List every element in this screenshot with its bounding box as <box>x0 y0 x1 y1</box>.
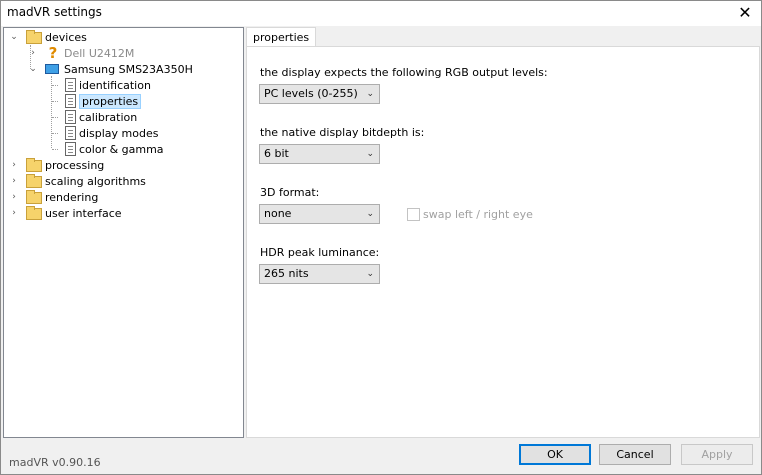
tree-item-properties[interactable]: properties <box>63 93 142 109</box>
checkbox-box[interactable] <box>407 208 420 221</box>
select-value: PC levels (0-255) <box>264 87 358 100</box>
question-icon: ? <box>48 44 58 62</box>
tree-item-samsung[interactable]: Samsung SMS23A350H <box>45 61 193 77</box>
tree-item-dell-u2412m[interactable]: ? Dell U2412M <box>45 44 135 62</box>
rgb-levels-select[interactable]: PC levels (0-255) ⌄ <box>259 84 380 104</box>
tree-item-label: rendering <box>45 190 99 204</box>
tree-item-label: color & gamma <box>79 142 164 156</box>
tree-line <box>52 133 58 134</box>
tree-item-user-interface[interactable]: user interface <box>26 205 122 221</box>
settings-tree[interactable]: ⌄ devices › ? Dell U2412M ⌄ Samsung SMS2… <box>3 27 244 438</box>
title-bar: madVR settings ✕ <box>0 0 762 26</box>
rgb-levels-label: the display expects the following RGB ou… <box>260 66 548 79</box>
tree-line <box>52 149 58 150</box>
select-value: 6 bit <box>264 147 289 160</box>
tree-item-calibration[interactable]: calibration <box>63 109 137 125</box>
version-label: madVR v0.90.16 <box>9 456 101 469</box>
ok-button[interactable]: OK <box>519 444 591 465</box>
chevron-down-icon: ⌄ <box>366 269 374 279</box>
document-icon <box>65 110 76 124</box>
collapse-icon[interactable]: ⌄ <box>9 32 19 42</box>
chevron-down-icon: ⌄ <box>366 209 374 219</box>
tree-line <box>51 76 52 148</box>
expand-icon[interactable]: › <box>28 48 38 58</box>
folder-icon <box>26 158 42 172</box>
tree-item-label: scaling algorithms <box>45 174 146 188</box>
select-value: 265 nits <box>264 267 309 280</box>
folder-icon <box>26 190 42 204</box>
expand-icon[interactable]: › <box>9 176 19 186</box>
expand-icon[interactable]: › <box>9 208 19 218</box>
collapse-icon[interactable]: ⌄ <box>28 64 38 74</box>
folder-icon <box>26 30 42 44</box>
format3d-label: 3D format: <box>260 186 320 199</box>
tree-item-scaling-algorithms[interactable]: scaling algorithms <box>26 173 146 189</box>
checkbox-label: swap left / right eye <box>423 208 533 221</box>
tab-strip: properties <box>246 27 758 47</box>
tree-item-label: devices <box>45 30 87 44</box>
expand-icon[interactable]: › <box>9 192 19 202</box>
document-icon <box>65 94 76 108</box>
tree-item-processing[interactable]: processing <box>26 157 104 173</box>
chevron-down-icon: ⌄ <box>366 149 374 159</box>
properties-panel: the display expects the following RGB ou… <box>246 46 760 438</box>
tree-item-rendering[interactable]: rendering <box>26 189 98 205</box>
tree-line <box>52 117 58 118</box>
folder-icon <box>26 206 42 220</box>
hdr-luminance-label: HDR peak luminance: <box>260 246 380 259</box>
hdr-luminance-select[interactable]: 265 nits ⌄ <box>259 264 380 284</box>
tree-item-label: calibration <box>79 110 138 124</box>
tree-item-identification[interactable]: identification <box>63 77 151 93</box>
format3d-select[interactable]: none ⌄ <box>259 204 380 224</box>
tree-item-label: display modes <box>79 126 159 140</box>
tree-item-display-modes[interactable]: display modes <box>63 125 158 141</box>
tree-item-devices[interactable]: devices <box>26 29 87 45</box>
tab-properties[interactable]: properties <box>246 27 317 47</box>
tree-item-label: identification <box>79 78 151 92</box>
document-icon <box>65 126 76 140</box>
bitdepth-select[interactable]: 6 bit ⌄ <box>259 144 380 164</box>
tree-item-label: Samsung SMS23A350H <box>64 62 193 76</box>
folder-icon <box>26 174 42 188</box>
apply-button[interactable]: Apply <box>681 444 753 465</box>
cancel-button[interactable]: Cancel <box>599 444 671 465</box>
chevron-down-icon: ⌄ <box>366 89 374 99</box>
tree-item-label: user interface <box>45 206 122 220</box>
expand-icon[interactable]: › <box>9 160 19 170</box>
document-icon <box>65 142 76 156</box>
tree-item-label: Dell U2412M <box>64 46 135 60</box>
id-card-icon <box>65 78 76 92</box>
tree-item-color-gamma[interactable]: color & gamma <box>63 141 164 157</box>
tree-item-label: processing <box>45 158 105 172</box>
select-value: none <box>264 207 292 220</box>
tree-item-label: properties <box>79 93 142 109</box>
monitor-icon <box>45 62 61 76</box>
tree-line <box>52 101 58 102</box>
bitdepth-label: the native display bitdepth is: <box>260 126 425 139</box>
window-title: madVR settings <box>7 5 102 19</box>
swap-eye-checkbox[interactable]: swap left / right eye <box>407 208 533 221</box>
close-icon[interactable]: ✕ <box>728 0 762 26</box>
tree-line <box>52 85 58 86</box>
